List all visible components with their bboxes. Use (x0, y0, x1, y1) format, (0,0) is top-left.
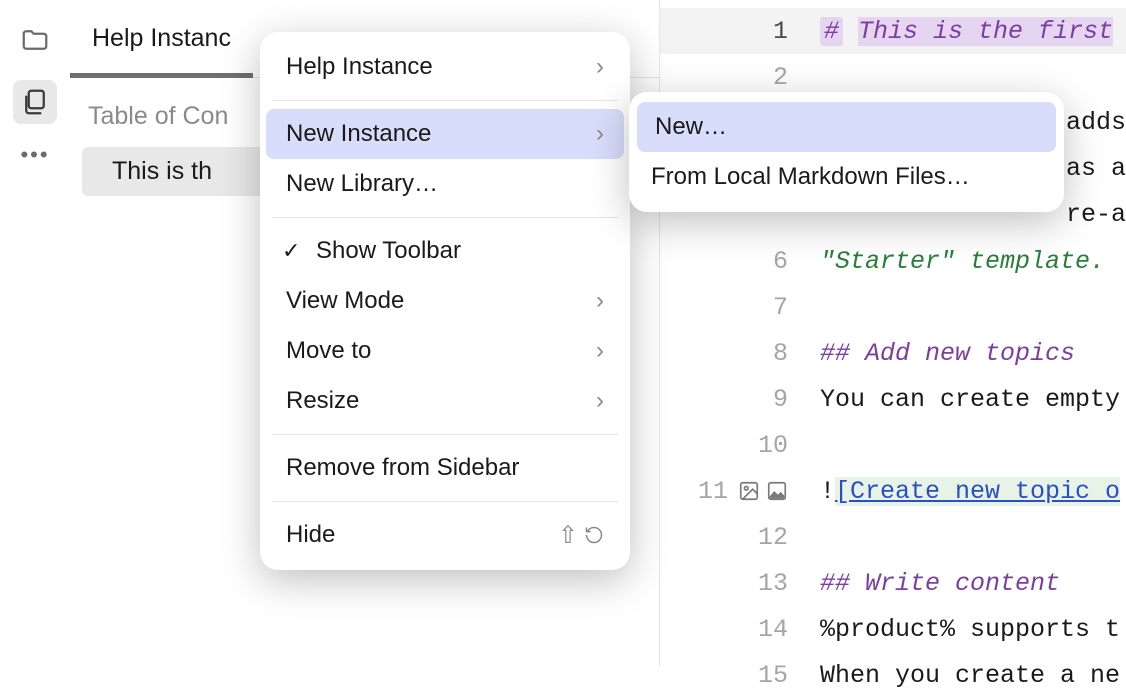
menu-separator (272, 100, 618, 101)
check-icon: ✓ (282, 238, 300, 264)
code-line: ## Write content (808, 560, 1126, 606)
code-line: ![Create new topic o (808, 468, 1126, 514)
line-number: 8 (660, 330, 808, 376)
menu-separator (272, 501, 618, 502)
line-number: 10 (660, 422, 808, 468)
code-line: ## Add new topics (808, 330, 1126, 376)
restore-icon (584, 525, 604, 545)
documents-icon-button[interactable] (13, 80, 57, 124)
line-number: 1 (660, 8, 808, 54)
code-line (808, 514, 1126, 560)
code-line (808, 284, 1126, 330)
tab-help-instance[interactable]: Help Instanc (70, 0, 253, 77)
menu-remove-from-sidebar[interactable]: Remove from Sidebar (260, 443, 630, 493)
line-number: 15 (660, 652, 808, 698)
context-menu: Help Instance › New Instance › New Libra… (260, 32, 630, 570)
line-number: 11 (660, 468, 808, 514)
submenu-from-local-markdown[interactable]: From Local Markdown Files… (629, 152, 1064, 202)
chevron-right-icon: › (596, 387, 604, 415)
visible-text-fragments: adds as a re-a (1066, 100, 1126, 238)
documents-icon (20, 87, 50, 117)
menu-separator (272, 217, 618, 218)
shortcut-display: ⇧ (558, 521, 604, 550)
code-line: %product% supports t (808, 606, 1126, 652)
chevron-right-icon: › (596, 53, 604, 81)
code-line: You can create empty (808, 376, 1126, 422)
chevron-right-icon: › (596, 287, 604, 315)
menu-new-library[interactable]: New Library… (260, 159, 630, 209)
chevron-right-icon: › (596, 120, 604, 148)
submenu-new-instance: New… From Local Markdown Files… (629, 92, 1064, 212)
line-number: 7 (660, 284, 808, 330)
menu-move-to[interactable]: Move to › (260, 326, 630, 376)
menu-new-instance[interactable]: New Instance › (266, 109, 624, 159)
folder-icon (20, 25, 50, 55)
image-filled-icon (766, 480, 788, 502)
menu-view-mode[interactable]: View Mode › (260, 276, 630, 326)
line-number: 14 (660, 606, 808, 652)
chevron-right-icon: › (596, 337, 604, 365)
code-line: # This is the first (808, 8, 1126, 54)
shift-icon: ⇧ (558, 521, 578, 550)
line-number: 9 (660, 376, 808, 422)
menu-hide[interactable]: Hide ⇧ (260, 510, 630, 560)
code-line: When you create a ne (808, 652, 1126, 698)
code-line: "Starter" template. (808, 238, 1126, 284)
line-number: 6 (660, 238, 808, 284)
line-number: 12 (660, 514, 808, 560)
code-line (808, 422, 1126, 468)
more-icon[interactable]: ••• (20, 142, 49, 168)
menu-separator (272, 434, 618, 435)
folder-icon-button[interactable] (13, 18, 57, 62)
menu-show-toolbar[interactable]: ✓ Show Toolbar (260, 226, 630, 276)
image-outline-icon (738, 480, 760, 502)
gutter-image-icons (738, 480, 788, 502)
line-number: 13 (660, 560, 808, 606)
menu-help-instance[interactable]: Help Instance › (260, 42, 630, 92)
submenu-new[interactable]: New… (637, 102, 1056, 152)
menu-resize[interactable]: Resize › (260, 376, 630, 426)
icon-sidebar: ••• (0, 0, 70, 666)
